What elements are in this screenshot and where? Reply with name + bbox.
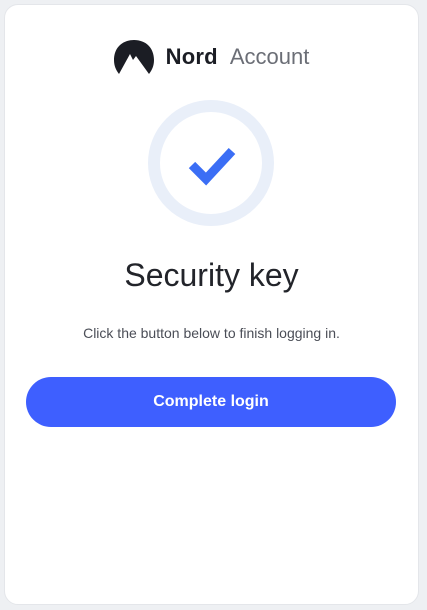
login-card: Nord Account Security key Click the butt… [4, 4, 419, 605]
page-title: Security key [124, 257, 299, 293]
brand-header: Nord Account [5, 39, 418, 75]
brand-name: Nord [165, 44, 218, 69]
checkmark-icon [188, 147, 236, 186]
brand-product: Account [229, 44, 310, 69]
complete-login-button[interactable]: Complete login [26, 377, 396, 427]
mountain-logo-icon [113, 40, 154, 74]
success-badge [147, 99, 275, 227]
instruction-text: Click the button below to finish logging… [83, 325, 340, 341]
